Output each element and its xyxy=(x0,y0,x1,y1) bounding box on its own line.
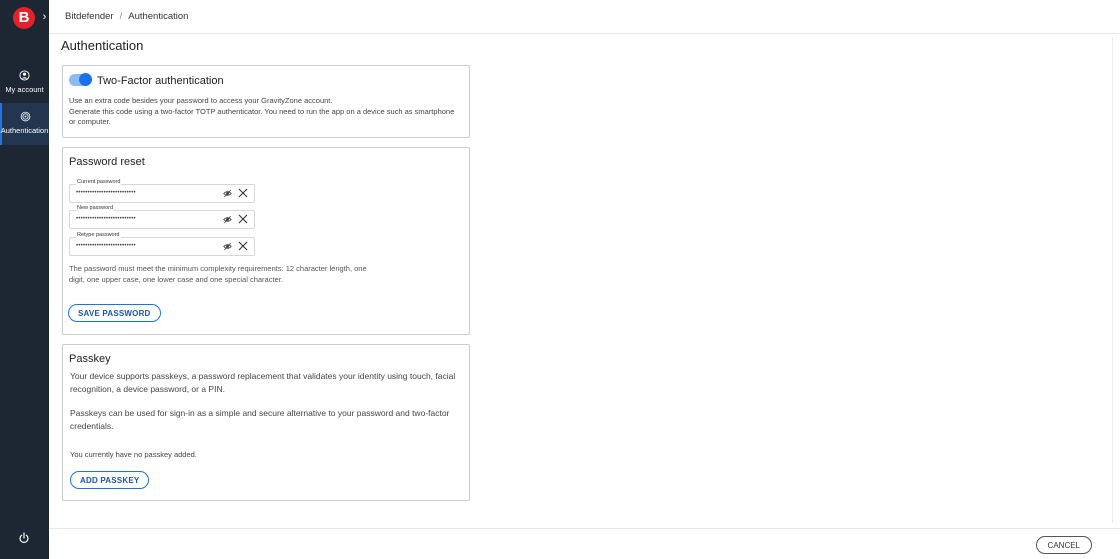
power-icon[interactable] xyxy=(18,532,30,544)
breadcrumb-separator: / xyxy=(119,11,123,22)
cancel-button[interactable]: CANCEL xyxy=(1035,536,1092,554)
passkey-title: Passkey xyxy=(69,353,111,365)
breadcrumb-root[interactable]: Bitdefender xyxy=(65,11,114,22)
two-factor-card: Two-Factor authentication Use an extra c… xyxy=(62,65,470,138)
current-password-value: •••••••••••••••••••••••••• xyxy=(76,190,136,196)
breadcrumb: Bitdefender / Authentication xyxy=(65,11,188,22)
fingerprint-icon xyxy=(20,111,31,122)
eye-icon[interactable] xyxy=(223,242,232,251)
sidebar-item-authentication[interactable]: Authentication xyxy=(0,103,49,145)
eye-icon[interactable] xyxy=(223,189,232,198)
clear-icon[interactable] xyxy=(238,241,248,251)
eye-icon[interactable] xyxy=(223,215,232,224)
top-bar: Bitdefender / Authentication xyxy=(49,0,1120,34)
new-password-value: •••••••••••••••••••••••••• xyxy=(76,216,136,222)
vertical-scrollbar[interactable] xyxy=(1112,37,1118,523)
two-factor-desc-line2: Generate this code using a two-factor TO… xyxy=(69,106,455,127)
retype-password-value: •••••••••••••••••••••••••• xyxy=(76,243,136,249)
passkey-benefits: Passkeys can be used for sign-in as a si… xyxy=(70,408,450,431)
two-factor-description: Use an extra code besides your password … xyxy=(69,96,459,128)
two-factor-title: Two-Factor authentication xyxy=(97,75,224,87)
sidebar: B › My account Authentication xyxy=(0,0,49,559)
sidebar-item-label: My account xyxy=(5,85,44,94)
clear-icon[interactable] xyxy=(238,214,248,224)
bitdefender-logo[interactable]: B xyxy=(13,7,35,29)
page-title: Authentication xyxy=(61,38,144,53)
passkey-description: Your device supports passkeys, a passwor… xyxy=(70,371,456,394)
retype-password-label: Retype password xyxy=(76,232,121,238)
retype-password-field[interactable]: Retype password ••••••••••••••••••••••••… xyxy=(69,232,255,256)
password-requirements-hint: The password must meet the minimum compl… xyxy=(69,264,367,284)
password-reset-card: Password reset Current password ••••••••… xyxy=(62,147,470,335)
password-reset-title: Password reset xyxy=(69,156,145,168)
passkey-card: Passkey Your device supports passkeys, a… xyxy=(62,344,470,501)
two-factor-desc-line1: Use an extra code besides your password … xyxy=(69,96,333,105)
add-passkey-button[interactable]: ADD PASSKEY xyxy=(70,471,150,489)
sidebar-item-label: Authentication xyxy=(0,126,49,135)
new-password-field[interactable]: New password •••••••••••••••••••••••••• xyxy=(69,205,255,229)
breadcrumb-current: Authentication xyxy=(128,11,189,22)
two-factor-toggle[interactable] xyxy=(69,73,92,86)
expand-sidebar-icon[interactable]: › xyxy=(40,9,49,25)
save-password-button[interactable]: SAVE PASSWORD xyxy=(68,304,161,322)
passkey-status: You currently have no passkey added. xyxy=(70,450,197,459)
current-password-field[interactable]: Current password •••••••••••••••••••••••… xyxy=(69,179,255,203)
footer-bar: CANCEL xyxy=(49,528,1120,559)
user-circle-icon xyxy=(19,70,30,81)
clear-icon[interactable] xyxy=(238,188,248,198)
new-password-label: New password xyxy=(76,205,115,211)
current-password-label: Current password xyxy=(76,179,122,185)
